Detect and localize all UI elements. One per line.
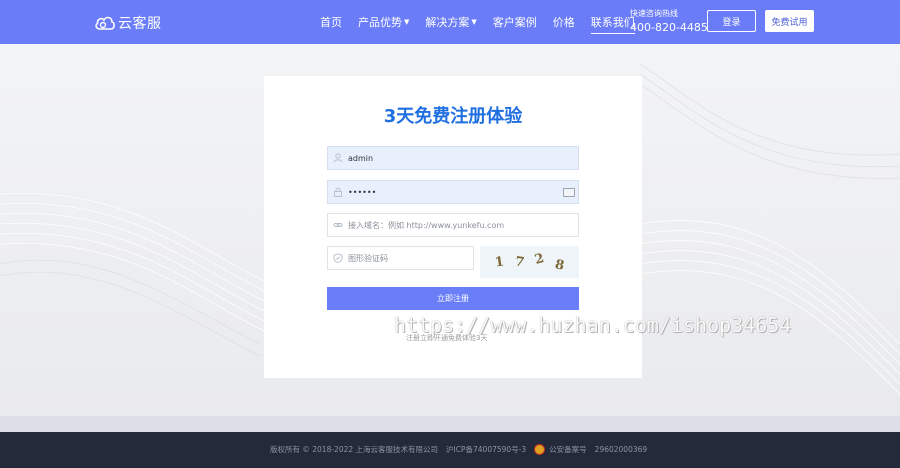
footer: 版权所有 © 2018-2022 上海云客服技术有限公司 沪ICP备740075… [0, 432, 900, 468]
hotline-number: 400-820-4485 [630, 21, 708, 34]
nav-label: 产品优势 [358, 16, 402, 29]
free-trial-button[interactable]: 免费试用 [765, 10, 814, 32]
logo-text: 云客服 [118, 16, 162, 32]
captcha-char: 2 [533, 250, 546, 268]
captcha-char: 7 [513, 253, 526, 271]
nav-item-home[interactable]: 首页 [320, 14, 342, 30]
hotline-label: 快速咨询热线 [630, 9, 678, 18]
main-nav: 首页 产品优势 ▼ 解决方案 ▼ 客户案例 价格 联系我们 [320, 14, 651, 34]
hotline: 快速咨询热线 400-820-4485 [630, 8, 708, 34]
shield-icon [328, 247, 348, 269]
nav-item-pricing[interactable]: 价格 [553, 14, 575, 30]
caret-down-icon: ▼ [404, 18, 410, 26]
nav-label: 解决方案 [425, 16, 470, 29]
password-value: •••••• [348, 187, 377, 197]
nav-item-product[interactable]: 产品优势 ▼ [358, 14, 409, 30]
captcha-field[interactable]: 图形验证码 [327, 246, 474, 270]
bottom-band [0, 416, 900, 432]
register-button[interactable]: 立即注册 [327, 287, 579, 310]
page-title: 3天免费注册体验 [383, 106, 523, 127]
captcha-placeholder: 图形验证码 [348, 253, 388, 263]
logo[interactable]: 云客服 [94, 12, 162, 34]
watermark-text: https://www.huzhan.com/ishop34654 [394, 313, 792, 337]
icp-link[interactable]: 沪ICP备74007590号-3 [446, 444, 526, 455]
domain-field[interactable]: 接入域名：例如 http://www.yunkefu.com [327, 213, 579, 237]
footer-info: 版权所有 © 2018-2022 上海云客服技术有限公司 沪ICP备740075… [270, 444, 655, 455]
nav-label: 首页 [320, 16, 342, 29]
police-number: 29602000369 [594, 445, 648, 454]
domain-placeholder: 接入域名：例如 http://www.yunkefu.com [348, 220, 505, 230]
nav-label: 价格 [552, 16, 575, 29]
link-icon [328, 214, 348, 236]
nav-item-cases[interactable]: 客户案例 [493, 14, 537, 30]
cloud-icon [95, 16, 115, 30]
username-value: admin [348, 153, 374, 163]
keyboard-icon[interactable] [563, 187, 575, 197]
police-label: 公安备案号 [549, 445, 587, 454]
username-field[interactable]: admin [327, 146, 579, 170]
captcha-char: 8 [553, 256, 566, 274]
password-field[interactable]: •••••• [327, 180, 579, 204]
nav-item-contact[interactable]: 联系我们 [590, 14, 635, 34]
nav-label: 客户案例 [492, 16, 537, 29]
lock-icon [328, 181, 348, 203]
copyright-text: 版权所有 © 2018-2022 上海云客服技术有限公司 [270, 445, 439, 454]
caret-down-icon: ▼ [471, 18, 477, 26]
login-button[interactable]: 登录 [707, 10, 756, 32]
captcha-image[interactable]: 1 7 2 8 [480, 246, 579, 278]
top-header: 云客服 首页 产品优势 ▼ 解决方案 ▼ 客户案例 价格 联系我们 快速咨询热线 4… [0, 0, 900, 44]
nav-label: 联系我们 [590, 16, 635, 29]
nav-item-solutions[interactable]: 解决方案 ▼ [425, 14, 476, 30]
police-badge-icon [534, 444, 546, 455]
captcha-char: 1 [494, 253, 506, 271]
user-icon [328, 147, 348, 169]
